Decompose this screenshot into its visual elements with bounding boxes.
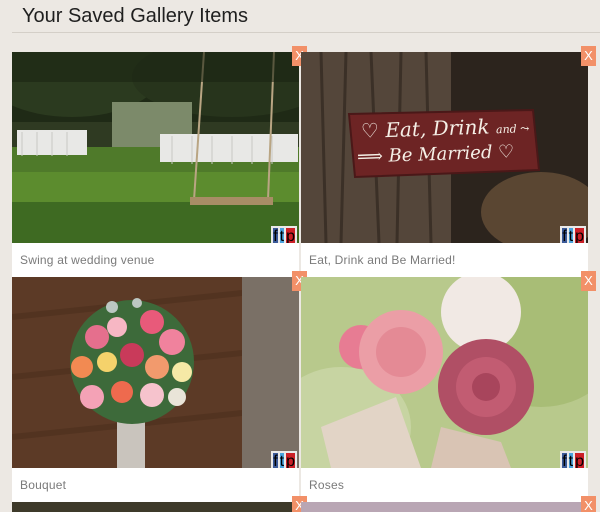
gallery-image-swing[interactable] [12, 52, 299, 243]
page-title: Your Saved Gallery Items [22, 5, 249, 27]
remove-item-button[interactable]: X [581, 496, 596, 512]
gallery-item-swing[interactable]: X f t p Swing at wedding venue [12, 46, 307, 277]
gallery-image-sign[interactable]: ♡ Eat, Drink and ⤳ ⟹ Be Married ♡ [301, 52, 588, 243]
gallery-image-roses[interactable] [301, 277, 588, 468]
gallery-item-partial-right[interactable]: X [301, 496, 596, 512]
gallery-caption[interactable]: Roses [301, 468, 588, 502]
title-divider [12, 32, 600, 33]
gallery-item-sign[interactable]: ♡ Eat, Drink and ⤳ ⟹ Be Married ♡ X f t … [301, 46, 596, 277]
gallery-item-bouquet[interactable]: X f t p Bouquet [12, 271, 307, 502]
gallery-image-bouquet[interactable] [12, 277, 299, 468]
remove-item-button[interactable]: X [581, 271, 596, 291]
gallery-caption[interactable]: Swing at wedding venue [12, 243, 299, 277]
remove-item-button[interactable]: X [581, 46, 596, 66]
gallery-caption[interactable]: Bouquet [12, 468, 299, 502]
gallery-item-roses[interactable]: X f t p Roses [301, 271, 596, 502]
gallery-item-partial-left[interactable]: X [12, 496, 307, 512]
gallery-caption[interactable]: Eat, Drink and Be Married! [301, 243, 588, 277]
